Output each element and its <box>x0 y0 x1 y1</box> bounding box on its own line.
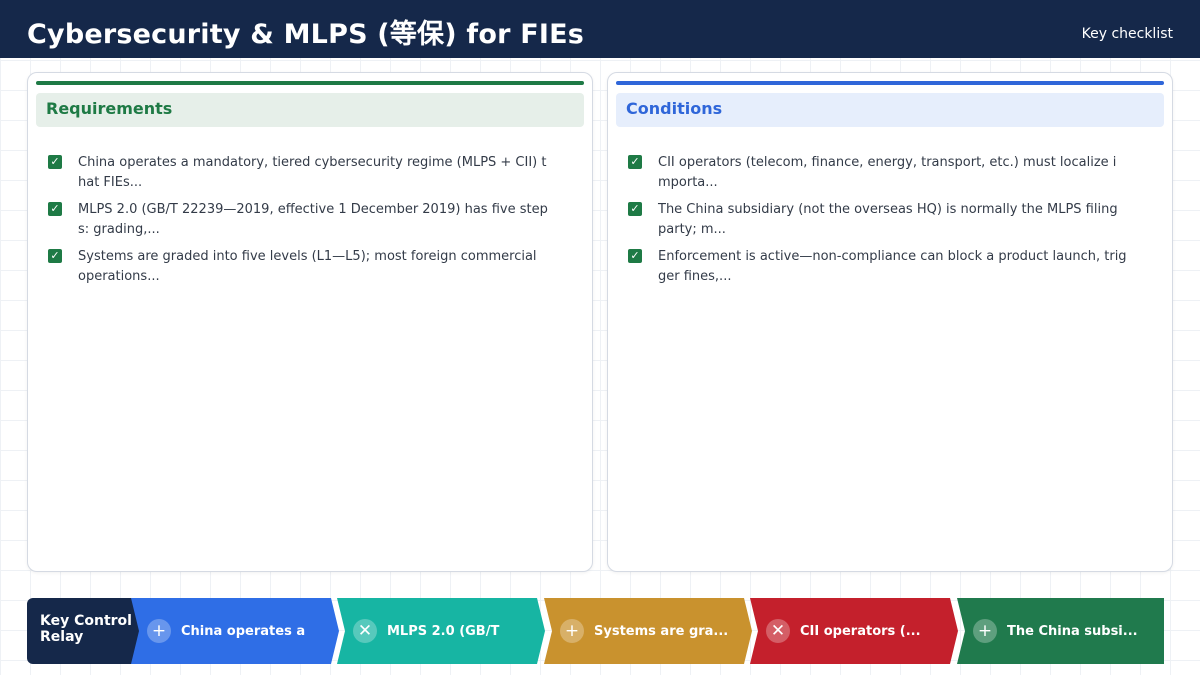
relay-step-label: CII operators (... <box>800 623 921 639</box>
page-title: Cybersecurity & MLPS (等保) for FIEs <box>27 19 585 50</box>
plus-icon: + <box>560 619 584 643</box>
relay-title: Key Control Relay <box>27 598 139 664</box>
requirements-title: Requirements <box>36 93 584 127</box>
requirements-list: ✓ China operates a mandatory, tiered cyb… <box>48 153 572 294</box>
list-item-text: MLPS 2.0 (GB/T 22239—2019, effective 1 D… <box>78 202 548 237</box>
checkbox-checked-icon: ✓ <box>48 155 62 169</box>
list-item: ✓ The China subsidiary (not the overseas… <box>628 200 1152 240</box>
list-item: ✓ MLPS 2.0 (GB/T 22239—2019, effective 1… <box>48 200 572 240</box>
list-item-text: Enforcement is active—non-compliance can… <box>658 249 1127 284</box>
list-item-text: The China subsidiary (not the overseas H… <box>658 202 1118 237</box>
conditions-title: Conditions <box>616 93 1164 127</box>
checkbox-checked-icon: ✓ <box>48 249 62 263</box>
control-relay: Key Control Relay + China operates a ✕ M… <box>27 598 1164 664</box>
relay-step[interactable]: ✕ MLPS 2.0 (GB/T <box>337 598 545 664</box>
relay-step[interactable]: + The China subsi... <box>957 598 1164 664</box>
relay-step-label: MLPS 2.0 (GB/T <box>387 623 500 639</box>
list-item-text: Systems are graded into five levels (L1—… <box>78 249 537 284</box>
conditions-list: ✓ CII operators (telecom, finance, energ… <box>628 153 1152 294</box>
checkbox-checked-icon: ✓ <box>48 202 62 216</box>
list-item: ✓ Enforcement is active—non-compliance c… <box>628 247 1152 287</box>
close-icon: ✕ <box>353 619 377 643</box>
conditions-card: Conditions ✓ CII operators (telecom, fin… <box>607 72 1173 572</box>
requirements-accent-bar <box>36 81 584 85</box>
checkbox-checked-icon: ✓ <box>628 249 642 263</box>
conditions-accent-bar <box>616 81 1164 85</box>
relay-step-label: The China subsi... <box>1007 623 1138 639</box>
checkbox-checked-icon: ✓ <box>628 202 642 216</box>
header: Cybersecurity & MLPS (等保) for FIEs Key c… <box>0 0 1200 58</box>
list-item: ✓ China operates a mandatory, tiered cyb… <box>48 153 572 193</box>
plus-icon: + <box>973 619 997 643</box>
list-item: ✓ CII operators (telecom, finance, energ… <box>628 153 1152 193</box>
relay-step[interactable]: + China operates a <box>131 598 339 664</box>
list-item-text: CII operators (telecom, finance, energy,… <box>658 155 1117 190</box>
list-item: ✓ Systems are graded into five levels (L… <box>48 247 572 287</box>
relay-step[interactable]: ✕ CII operators (... <box>750 598 958 664</box>
header-label: Key checklist <box>1081 26 1173 42</box>
close-icon: ✕ <box>766 619 790 643</box>
relay-step-label: Systems are gra... <box>594 623 729 639</box>
plus-icon: + <box>147 619 171 643</box>
relay-step-label: China operates a <box>181 623 306 639</box>
list-item-text: China operates a mandatory, tiered cyber… <box>78 155 547 190</box>
requirements-card: Requirements ✓ China operates a mandator… <box>27 72 593 572</box>
relay-step[interactable]: + Systems are gra... <box>544 598 752 664</box>
checkbox-checked-icon: ✓ <box>628 155 642 169</box>
